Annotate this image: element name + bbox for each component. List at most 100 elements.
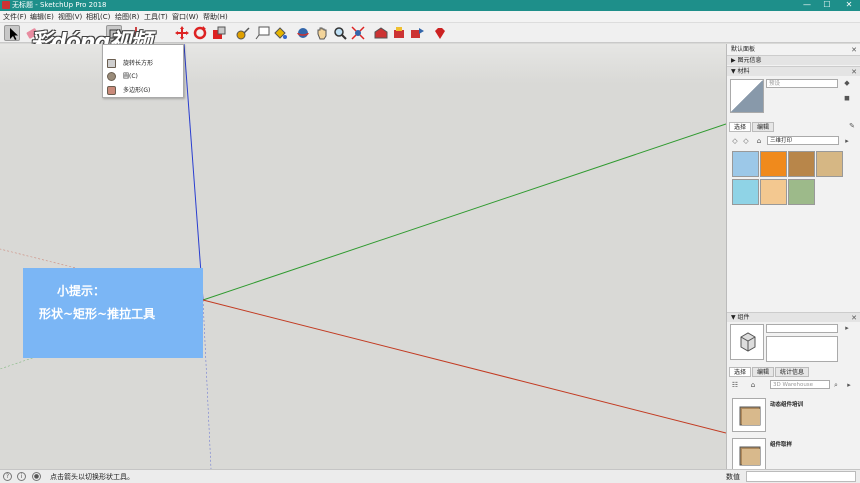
circle-option[interactable]: 圆(C): [103, 70, 185, 83]
menu-edit[interactable]: 编辑(E): [30, 11, 54, 23]
material-swatch[interactable]: [816, 151, 843, 177]
ruby-gem-icon: [435, 28, 445, 39]
drawing-viewport[interactable]: [0, 44, 726, 469]
materials-tabs: 选择 编辑: [729, 122, 775, 132]
components-tab-select[interactable]: 选择: [729, 367, 752, 377]
material-swatch[interactable]: [788, 179, 815, 205]
maximize-button[interactable]: ☐: [818, 0, 836, 10]
components-tab-statistics[interactable]: 统计信息: [775, 367, 810, 377]
share-model-button[interactable]: [409, 25, 425, 41]
back-icon[interactable]: ◇: [731, 137, 739, 145]
component-cube-icon: [740, 332, 756, 352]
components-close-icon[interactable]: ✕: [851, 313, 857, 323]
move-tool-button[interactable]: [174, 25, 190, 41]
component-item[interactable]: 动态组件培训: [730, 396, 858, 436]
user-icon[interactable]: ●: [32, 472, 41, 481]
component-name-field[interactable]: [766, 324, 838, 333]
collapse-arrow-icon: ▼: [731, 314, 736, 321]
rotated-rectangle-icon: [107, 59, 116, 68]
menu-view[interactable]: 视图(V): [58, 11, 82, 23]
create-material-icon[interactable]: ◆: [843, 79, 851, 87]
materials-close-icon[interactable]: ✕: [851, 67, 857, 77]
menu-camera[interactable]: 相机(C): [86, 11, 110, 23]
components-header[interactable]: ▼ 组件 ✕: [727, 312, 860, 322]
orbit-tool-button[interactable]: [295, 25, 311, 41]
material-swatch[interactable]: [732, 151, 759, 177]
material-preview: [730, 79, 764, 113]
sample-paint-icon[interactable]: ◼: [843, 94, 851, 102]
rotate-tool-button[interactable]: [192, 25, 208, 41]
folder-icon: [739, 406, 761, 426]
polygon-label: 多边形(G): [123, 87, 151, 94]
search-icon[interactable]: ⌕: [832, 381, 840, 389]
component-details-icon[interactable]: ▸: [843, 324, 851, 332]
tray-title-text: 默认面板: [731, 46, 756, 53]
material-name-field[interactable]: 预设: [766, 79, 838, 88]
scale-tool-button[interactable]: [211, 25, 227, 41]
view-options-icon[interactable]: ☷: [731, 381, 739, 389]
folder-icon: [739, 446, 761, 466]
tray-close-icon[interactable]: ✕: [851, 45, 857, 55]
eyedropper-icon[interactable]: ✎: [848, 122, 856, 130]
material-swatch[interactable]: [760, 179, 787, 205]
menu-help[interactable]: 帮助(H): [203, 11, 228, 23]
library-options-icon[interactable]: ▸: [843, 137, 851, 145]
forward-icon[interactable]: ◇: [742, 137, 750, 145]
pan-hand-icon: [317, 27, 327, 40]
components-tab-edit[interactable]: 编辑: [752, 367, 775, 377]
geolocation-icon[interactable]: ?: [3, 472, 12, 481]
rotated-rectangle-option[interactable]: 旋转长方形: [103, 57, 185, 70]
materials-tab-select[interactable]: 选择: [729, 122, 752, 132]
home-icon[interactable]: ⌂: [755, 137, 763, 145]
warehouse-search-input[interactable]: 3D Warehouse: [770, 380, 830, 389]
extension-warehouse-button[interactable]: [391, 25, 407, 41]
menu-window[interactable]: 窗口(W): [172, 11, 198, 23]
zoom-magnifier-icon: [334, 27, 347, 40]
sketchup-app-icon: [2, 1, 10, 9]
green-axis: [202, 123, 726, 301]
menu-draw[interactable]: 绘图(R): [115, 11, 139, 23]
3d-warehouse-button[interactable]: [373, 25, 389, 41]
title-bar: 无标题 - SketchUp Pro 2018 — ☐ ✕: [0, 0, 860, 11]
minimize-button[interactable]: —: [798, 0, 816, 10]
text-tool-button[interactable]: [255, 25, 271, 41]
menu-file[interactable]: 文件(F): [3, 11, 27, 23]
material-swatch[interactable]: [760, 151, 787, 177]
material-library-select[interactable]: 三维打印: [767, 136, 839, 145]
component-item[interactable]: 组件取样: [730, 436, 858, 472]
entity-info-header[interactable]: ▶ 图元信息: [727, 55, 860, 65]
select-tool-button[interactable]: [4, 25, 20, 41]
shape-tool-flyout: 旋转长方形 圆(C) 多边形(G): [102, 44, 184, 98]
zoom-extents-tool-button[interactable]: [350, 25, 366, 41]
paint-bucket-tool-button[interactable]: [272, 25, 288, 41]
material-swatch[interactable]: [788, 151, 815, 177]
warehouse-icon: [374, 27, 388, 39]
measurements-input[interactable]: [746, 471, 856, 482]
materials-header[interactable]: ▼ 材料 ✕: [727, 66, 860, 76]
zoom-extents-icon: [351, 26, 365, 40]
material-swatch[interactable]: [732, 179, 759, 205]
component-thumbnail: [732, 398, 766, 432]
menu-bar: 文件(F) 编辑(E) 视图(V) 相机(C) 绘图(R) 工具(T) 窗口(W…: [0, 11, 860, 23]
pan-tool-button[interactable]: [314, 25, 330, 41]
menu-tools[interactable]: 工具(T): [144, 11, 168, 23]
credits-icon[interactable]: i: [17, 472, 26, 481]
status-message: 点击箭头以切换形状工具。: [50, 473, 134, 481]
extension-manager-button[interactable]: [432, 25, 448, 41]
paint-bucket-icon: [274, 27, 287, 39]
component-description-field[interactable]: [766, 336, 838, 362]
zoom-tool-button[interactable]: [332, 25, 348, 41]
tape-measure-tool-button[interactable]: [235, 25, 251, 41]
components-tabs: 选择 编辑 统计信息: [729, 367, 810, 377]
window-title: 无标题 - SketchUp Pro 2018: [12, 1, 107, 9]
orbit-icon: [297, 28, 309, 38]
component-options-icon[interactable]: ▸: [845, 381, 853, 389]
close-button[interactable]: ✕: [840, 0, 858, 10]
component-thumbnail: [732, 438, 766, 472]
components-label: 组件: [737, 314, 750, 321]
materials-tab-edit[interactable]: 编辑: [752, 122, 775, 132]
home-icon[interactable]: ⌂: [749, 381, 757, 389]
scale-icon: [213, 26, 226, 39]
polygon-option[interactable]: 多边形(G): [103, 84, 185, 97]
tray-title: 默认面板 ✕: [727, 45, 860, 55]
